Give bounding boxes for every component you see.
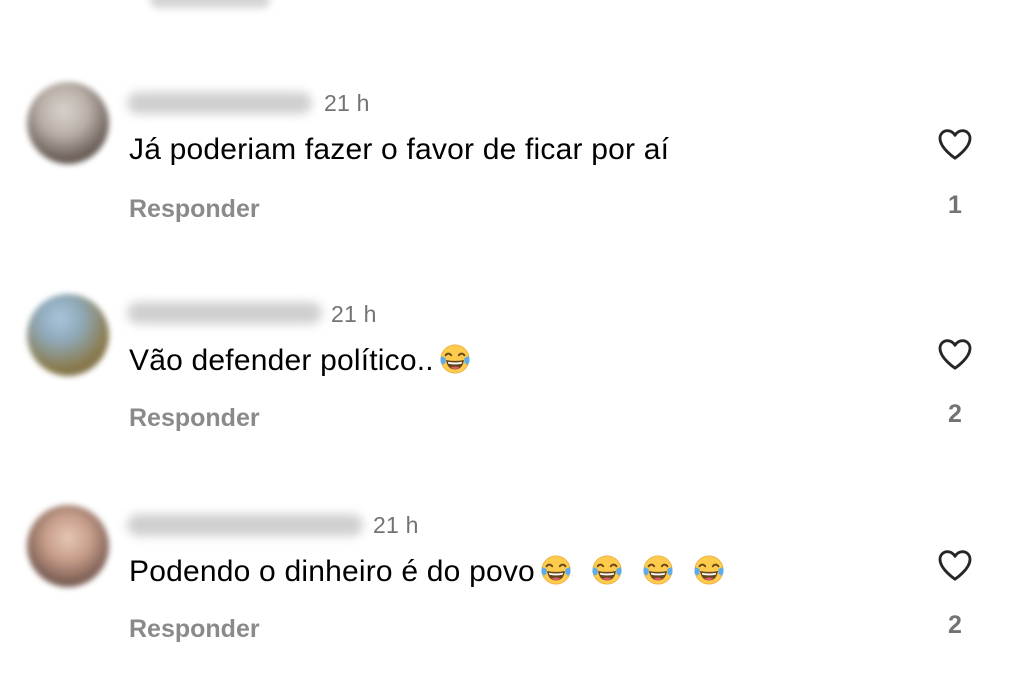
reply-button[interactable]: Responder <box>129 404 260 433</box>
comment-text: Vão defender político.. <box>129 342 472 378</box>
reply-button[interactable]: Responder <box>129 615 260 644</box>
comment-time: 21 h <box>331 301 377 327</box>
comment-text-content: Vão defender político.. <box>129 344 434 377</box>
avatar[interactable] <box>27 294 109 376</box>
like-count: 2 <box>948 611 962 639</box>
avatar[interactable] <box>27 505 109 587</box>
face-with-tears-of-joy-emoji <box>643 555 673 585</box>
emoji-row <box>434 344 472 377</box>
comment-time: 21 h <box>373 512 419 538</box>
heart-outline-icon[interactable] <box>934 334 976 374</box>
like-count: 2 <box>948 400 962 428</box>
face-with-tears-of-joy-emoji <box>592 555 622 585</box>
face-with-tears-of-joy-emoji <box>694 555 724 585</box>
face-with-tears-of-joy-emoji <box>541 555 571 585</box>
heart-outline-icon[interactable] <box>934 545 976 585</box>
username-blurred[interactable] <box>127 514 363 536</box>
username-blurred[interactable] <box>127 302 322 324</box>
comment-text-content: Podendo o dinheiro é do povo <box>129 555 535 588</box>
comment-item: 21 h Podendo o dinheiro é do povo Respon… <box>0 0 1024 643</box>
comment-text: Podendo o dinheiro é do povo <box>129 553 726 589</box>
emoji-row <box>535 555 726 588</box>
face-with-tears-of-joy-emoji <box>440 344 470 374</box>
